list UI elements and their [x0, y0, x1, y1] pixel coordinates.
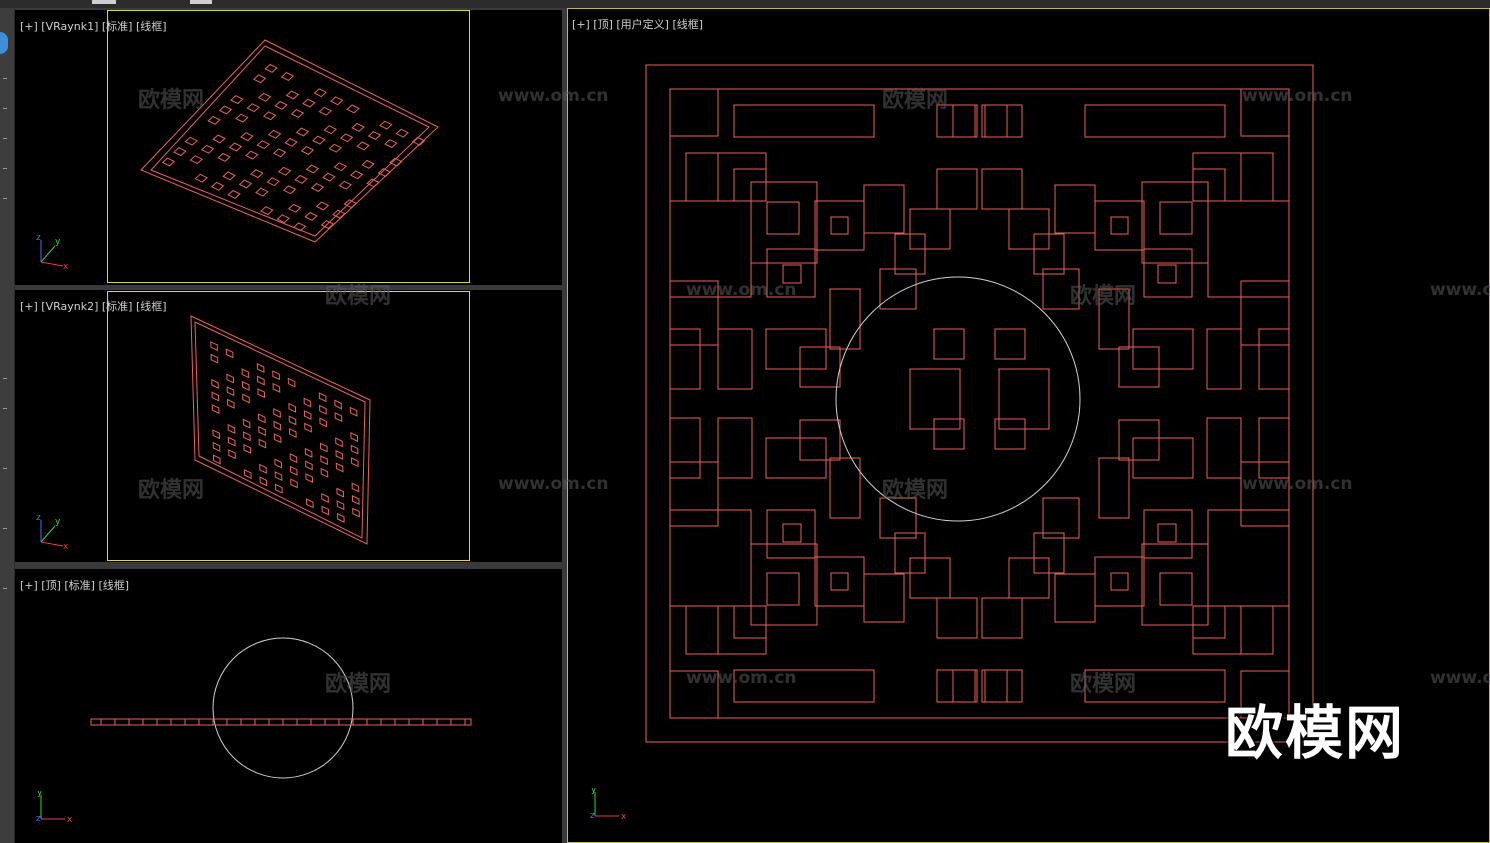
strip-tick: [3, 108, 7, 109]
watermark-url: www.om.cn: [498, 86, 609, 106]
axis-gizmo: y z x: [36, 791, 73, 825]
viewport-label[interactable]: [+] [顶] [用户定义] [线框]: [572, 16, 703, 32]
watermark-text: 欧模网: [325, 284, 392, 309]
watermark-url: www.om.cn: [1430, 668, 1490, 688]
watermark-url: www.om.cn: [1430, 280, 1490, 300]
axis-z-label: z: [590, 811, 595, 821]
viewport-vraynk2[interactable]: [+] [VRaynk2] [标准] [线框] z y x: [15, 290, 562, 562]
watermark-url: www.om.cn: [686, 280, 797, 300]
axis-z-label: z: [36, 814, 41, 824]
viewport-vraynk2-wireframe: [190, 315, 371, 545]
viewport-top[interactable]: [+] [顶] [标准] [线框] y z x: [15, 569, 562, 843]
left-command-strip: [0, 8, 15, 843]
strip-tick: [3, 78, 7, 79]
strip-tick: [3, 468, 7, 469]
watermark-url: www.om.cn: [1242, 86, 1353, 106]
strip-tick: [3, 588, 7, 589]
viewport-vraynk1[interactable]: [+] [VRaynk1] [标准] [线框] z y x: [15, 10, 562, 285]
strip-tick: [3, 378, 7, 379]
strip-tick: [3, 168, 7, 169]
strip-tick: [3, 198, 7, 199]
watermark-url: www.om.cn: [686, 668, 797, 688]
axis-y-label: y: [55, 517, 61, 527]
viewport-label[interactable]: [+] [VRaynk2] [标准] [线框]: [20, 298, 167, 314]
axis-x-label: x: [63, 542, 69, 552]
axis-y-label: y: [55, 237, 61, 247]
brand-logo: 欧模网: [1225, 699, 1406, 767]
watermark-text: 欧模网: [138, 88, 205, 113]
axis-y-label: y: [37, 791, 43, 798]
viewport-label[interactable]: [+] [VRaynk1] [标准] [线框]: [20, 18, 167, 34]
axis-gizmo: z y x: [36, 513, 69, 552]
watermark-text: 欧模网: [1070, 284, 1137, 309]
watermark-url: www.om.cn: [498, 474, 609, 494]
viewport-top-wireframe: [90, 637, 472, 779]
watermark-text: 欧模网: [882, 88, 949, 113]
axis-x-label: x: [63, 262, 69, 272]
axis-y-label: y: [591, 788, 597, 795]
axis-gizmo: z y x: [36, 233, 69, 272]
axis-gizmo: y z x: [590, 788, 627, 822]
watermark-text: 欧模网: [138, 478, 205, 503]
axis-x-label: x: [621, 812, 627, 822]
axis-z-label: z: [36, 233, 41, 243]
strip-tick: [3, 528, 7, 529]
create-tab-icon[interactable]: [0, 32, 8, 54]
watermark-text: 欧模网: [882, 478, 949, 503]
watermark-text: 欧模网: [325, 672, 392, 697]
viewport-label[interactable]: [+] [顶] [标准] [线框]: [20, 577, 129, 593]
axis-x-label: x: [67, 815, 73, 825]
top-toolbar-strip: [0, 0, 1490, 8]
viewport-vraynk1-wireframe: [140, 39, 439, 243]
strip-tick: [3, 408, 7, 409]
strip-tick: [3, 138, 7, 139]
axis-z-label: z: [36, 513, 41, 523]
watermark-url: www.om.cn: [1242, 474, 1353, 494]
toolbar-button[interactable]: [92, 0, 116, 4]
watermark-text: 欧模网: [1070, 672, 1137, 697]
toolbar-button[interactable]: [190, 0, 212, 4]
